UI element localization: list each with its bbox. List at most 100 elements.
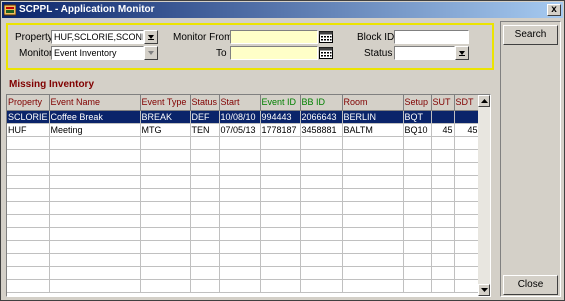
empty-table-row[interactable] [7,214,480,228]
table-cell: 45 [431,123,455,137]
close-button[interactable]: Close [503,275,558,295]
column-header[interactable]: Room [342,95,404,111]
table-cell [300,175,343,189]
table-cell [140,188,191,202]
table-cell [403,162,432,176]
window-close-button[interactable]: x [547,4,561,16]
calendar-icon[interactable] [319,30,333,44]
dropdown-arrow-icon [459,51,465,56]
column-header[interactable]: Status [190,95,220,111]
table-cell: DEF [190,110,220,124]
title-bar: SCPPL - Application Monitor x [2,2,563,18]
property-dropdown-button[interactable] [144,30,158,44]
table-cell [190,136,220,150]
table-cell [49,136,141,150]
dropdown-arrow-icon [148,35,154,40]
empty-table-row[interactable] [7,136,480,150]
chevron-down-icon [148,51,154,55]
empty-table-row[interactable] [7,253,480,267]
monitor-dropdown-button[interactable] [144,46,158,60]
table-cell [140,266,191,280]
empty-table-row[interactable] [7,279,480,293]
table-cell [431,279,455,293]
table-cell [260,227,301,241]
table-cell [300,201,343,215]
column-header[interactable]: Event ID [260,95,301,111]
search-button[interactable]: Search [503,25,558,45]
arrow-up-icon [481,99,488,103]
inventory-table: Property Event Name Event Type Status Start E… [7,95,480,293]
table-cell [7,162,50,176]
table-cell [260,214,301,228]
table-cell: Coffee Break [49,110,141,124]
scroll-down-button[interactable] [478,284,490,296]
table-cell [219,175,261,189]
table-cell [219,227,261,241]
table-cell [300,266,343,280]
table-cell: BREAK [140,110,191,124]
table-cell [7,279,50,293]
column-header[interactable]: BB ID [300,95,343,111]
table-cell [403,240,432,254]
monitor-from-field[interactable] [230,30,318,44]
table-cell [219,162,261,176]
column-header[interactable]: Start [219,95,261,111]
column-header[interactable]: Property [7,95,50,111]
table-cell [7,253,50,267]
column-header[interactable]: Event Type [140,95,191,111]
table-cell [431,253,455,267]
table-cell [49,240,141,254]
column-header[interactable]: SUT [431,95,455,111]
table-cell [300,214,343,228]
empty-table-row[interactable] [7,266,480,280]
table-cell [140,201,191,215]
empty-table-row[interactable] [7,240,480,254]
block-id-label: Block ID [357,32,395,43]
status-field[interactable] [394,46,455,60]
table-row[interactable]: HUF Meeting MTG TEN 07/05/13 1778187 3458881 BA… [7,123,480,137]
table-cell [431,162,455,176]
table-cell [219,253,261,267]
table-cell [403,266,432,280]
status-dropdown-button[interactable] [455,46,469,60]
table-cell [342,175,404,189]
empty-table-row[interactable] [7,188,480,202]
monitor-select[interactable]: Event Inventory [51,46,144,60]
table-cell [190,214,220,228]
table-cell: 10/08/10 [219,110,261,124]
table-cell [7,266,50,280]
table-cell: 1778187 [260,123,301,137]
table-cell [260,253,301,267]
table-cell [190,188,220,202]
empty-table-row[interactable] [7,201,480,215]
table-cell [140,227,191,241]
monitor-to-field[interactable] [230,46,318,60]
table-cell [7,149,50,163]
table-cell [190,201,220,215]
table-cell [260,201,301,215]
table-cell [49,162,141,176]
empty-table-row[interactable] [7,149,480,163]
monitor-label: Monitor [19,48,53,59]
table-cell [300,149,343,163]
table-cell [342,214,404,228]
table-row[interactable]: SCLORIE Coffee Break BREAK DEF 10/08/10 99444… [7,110,480,124]
vertical-scrollbar[interactable] [478,95,490,296]
table-cell [7,240,50,254]
column-header[interactable]: Setup [403,95,432,111]
table-cell [431,240,455,254]
empty-table-row[interactable] [7,175,480,189]
block-id-field[interactable] [394,30,469,44]
column-header[interactable]: Event Name [49,95,141,111]
empty-table-row[interactable] [7,162,480,176]
table-cell [7,175,50,189]
table-cell: 3458881 [300,123,343,137]
table-cell [300,227,343,241]
table-cell: BALTM [342,123,404,137]
calendar-icon[interactable] [319,46,333,60]
table-cell [260,240,301,254]
column-header[interactable]: SDT [454,95,480,111]
property-field[interactable]: HUF,SCLORIE,SCONF [51,30,144,44]
empty-table-row[interactable] [7,227,480,241]
scroll-up-button[interactable] [478,95,490,107]
